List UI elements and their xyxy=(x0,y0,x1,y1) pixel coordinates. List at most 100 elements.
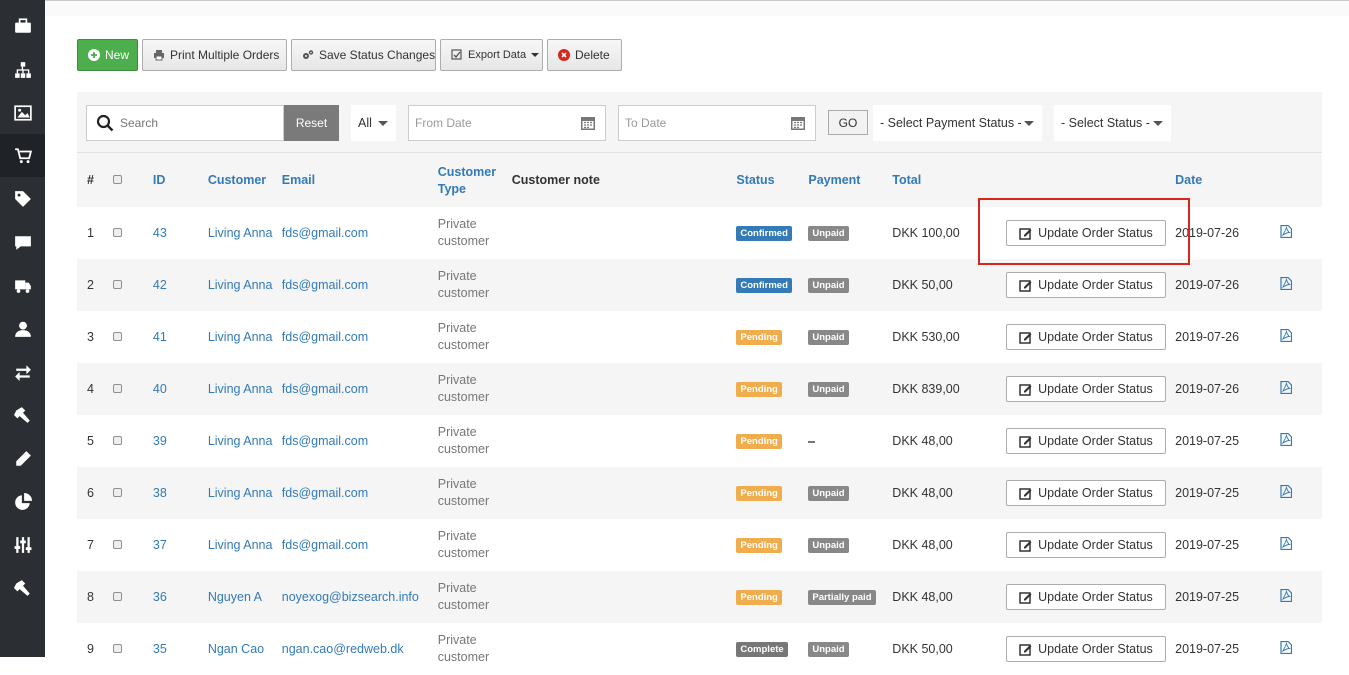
delete-button[interactable]: Delete xyxy=(547,39,622,71)
to-date-field[interactable]: To Date xyxy=(618,105,816,141)
sidebar-item-sitemap[interactable] xyxy=(0,48,45,91)
col-customer-type[interactable]: Customer Type xyxy=(437,153,512,207)
sidebar-item-orders[interactable] xyxy=(0,134,45,177)
pdf-icon[interactable] xyxy=(1280,328,1293,343)
update-order-status-button[interactable]: Update Order Status xyxy=(1006,636,1166,662)
actions-cell: Update Order Status xyxy=(1000,571,1176,623)
pdf-icon[interactable] xyxy=(1280,640,1293,655)
order-id-link[interactable]: 35 xyxy=(152,623,208,675)
row-checkbox[interactable] xyxy=(112,436,122,445)
customer-link[interactable]: Living Anna xyxy=(207,519,282,571)
briefcase-icon xyxy=(14,17,31,33)
pdf-icon[interactable] xyxy=(1280,484,1293,499)
email-link[interactable]: fds@gmail.com xyxy=(281,259,438,311)
order-id-link[interactable]: 36 xyxy=(152,571,208,623)
select-all-checkbox[interactable] xyxy=(112,175,122,184)
pdf-icon[interactable] xyxy=(1280,588,1293,603)
email-link[interactable]: fds@gmail.com xyxy=(281,311,438,363)
go-button[interactable]: GO xyxy=(828,110,868,135)
sidebar-item-comments[interactable] xyxy=(0,221,45,264)
update-order-status-button[interactable]: Update Order Status xyxy=(1006,376,1166,402)
all-select[interactable]: All xyxy=(351,105,396,141)
update-order-status-button[interactable]: Update Order Status xyxy=(1006,584,1166,610)
email-link[interactable]: fds@gmail.com xyxy=(281,519,438,571)
reset-button[interactable]: Reset xyxy=(284,105,339,141)
sidebar-item-images[interactable] xyxy=(0,91,45,134)
email-link[interactable]: fds@gmail.com xyxy=(281,363,438,415)
print-multiple-orders-button[interactable]: Print Multiple Orders xyxy=(142,39,287,71)
customer-link[interactable]: Living Anna xyxy=(207,311,282,363)
col-date[interactable]: Date xyxy=(1175,153,1280,207)
order-id-link[interactable]: 43 xyxy=(152,207,208,259)
pdf-icon[interactable] xyxy=(1280,536,1293,551)
email-link[interactable]: noyexog@bizsearch.info xyxy=(281,571,438,623)
payment-status-select[interactable]: - Select Payment Status - xyxy=(873,105,1042,141)
pdf-icon[interactable] xyxy=(1280,276,1293,291)
customer-link[interactable]: Living Anna xyxy=(207,259,282,311)
row-checkbox[interactable] xyxy=(112,592,122,601)
pdf-icon[interactable] xyxy=(1280,432,1293,447)
update-order-status-button[interactable]: Update Order Status xyxy=(1006,324,1166,350)
status-select[interactable]: - Select Status - xyxy=(1054,105,1171,141)
all-select-value: All xyxy=(358,116,372,130)
row-checkbox[interactable] xyxy=(112,228,122,237)
sidebar-item-shipping[interactable] xyxy=(0,264,45,307)
calendar-icon[interactable] xyxy=(580,115,596,131)
col-customer[interactable]: Customer xyxy=(207,153,282,207)
update-order-status-button[interactable]: Update Order Status xyxy=(1006,532,1166,558)
customer-link[interactable]: Nguyen A xyxy=(207,571,282,623)
row-checkbox[interactable] xyxy=(112,488,122,497)
row-checkbox[interactable] xyxy=(112,280,122,289)
email-link[interactable]: ngan.cao@redweb.dk xyxy=(281,623,438,675)
sidebar-item-tags[interactable] xyxy=(0,177,45,220)
email-link[interactable]: fds@gmail.com xyxy=(281,207,438,259)
search-input[interactable] xyxy=(120,116,270,130)
customer-link[interactable]: Ngan Cao xyxy=(207,623,282,675)
customer-link[interactable]: Living Anna xyxy=(207,363,282,415)
col-status[interactable]: Status xyxy=(736,153,809,207)
update-order-status-button[interactable]: Update Order Status xyxy=(1006,220,1166,246)
table-row: 8 36 Nguyen A noyexog@bizsearch.info Pri… xyxy=(77,571,1322,623)
col-customer-note: Customer note xyxy=(511,153,737,207)
col-payment[interactable]: Payment xyxy=(808,153,893,207)
sidebar-item-exchange[interactable] xyxy=(0,350,45,393)
calendar-icon[interactable] xyxy=(790,115,806,131)
sidebar-item-users[interactable] xyxy=(0,307,45,350)
row-number: 3 xyxy=(77,311,113,363)
pdf-icon[interactable] xyxy=(1280,380,1293,395)
update-order-status-button[interactable]: Update Order Status xyxy=(1006,428,1166,454)
export-data-dropdown[interactable]: Export Data xyxy=(440,39,543,71)
customer-link[interactable]: Living Anna xyxy=(207,467,282,519)
col-email[interactable]: Email xyxy=(281,153,438,207)
pdf-icon[interactable] xyxy=(1280,224,1293,239)
sidebar-item-edit[interactable] xyxy=(0,437,45,480)
row-checkbox[interactable] xyxy=(112,384,122,393)
order-id-link[interactable]: 39 xyxy=(152,415,208,467)
customer-link[interactable]: Living Anna xyxy=(207,415,282,467)
email-link[interactable]: fds@gmail.com xyxy=(281,415,438,467)
sidebar-item-maintenance[interactable] xyxy=(0,566,45,609)
update-order-status-button[interactable]: Update Order Status xyxy=(1006,272,1166,298)
update-order-status-button[interactable]: Update Order Status xyxy=(1006,480,1166,506)
order-id-link[interactable]: 41 xyxy=(152,311,208,363)
email-link[interactable]: fds@gmail.com xyxy=(281,467,438,519)
order-id-link[interactable]: 40 xyxy=(152,363,208,415)
sidebar-item-reports[interactable] xyxy=(0,480,45,523)
row-checkbox[interactable] xyxy=(112,540,122,549)
col-id[interactable]: ID xyxy=(152,153,208,207)
row-checkbox[interactable] xyxy=(112,644,122,653)
new-button[interactable]: New xyxy=(77,39,138,71)
sitemap-icon xyxy=(14,61,31,78)
sidebar-item-tools[interactable] xyxy=(0,393,45,436)
sidebar-item-briefcase[interactable] xyxy=(0,4,45,47)
sidebar-item-settings[interactable] xyxy=(0,523,45,566)
order-id-link[interactable]: 37 xyxy=(152,519,208,571)
order-id-link[interactable]: 38 xyxy=(152,467,208,519)
customer-link[interactable]: Living Anna xyxy=(207,207,282,259)
row-checkbox[interactable] xyxy=(112,332,122,341)
order-id-link[interactable]: 42 xyxy=(152,259,208,311)
save-status-changes-button[interactable]: Save Status Changes xyxy=(291,39,436,71)
col-total[interactable]: Total xyxy=(892,153,1001,207)
table-row: 3 41 Living Anna fds@gmail.com Private c… xyxy=(77,311,1322,363)
from-date-field[interactable]: From Date xyxy=(408,105,606,141)
